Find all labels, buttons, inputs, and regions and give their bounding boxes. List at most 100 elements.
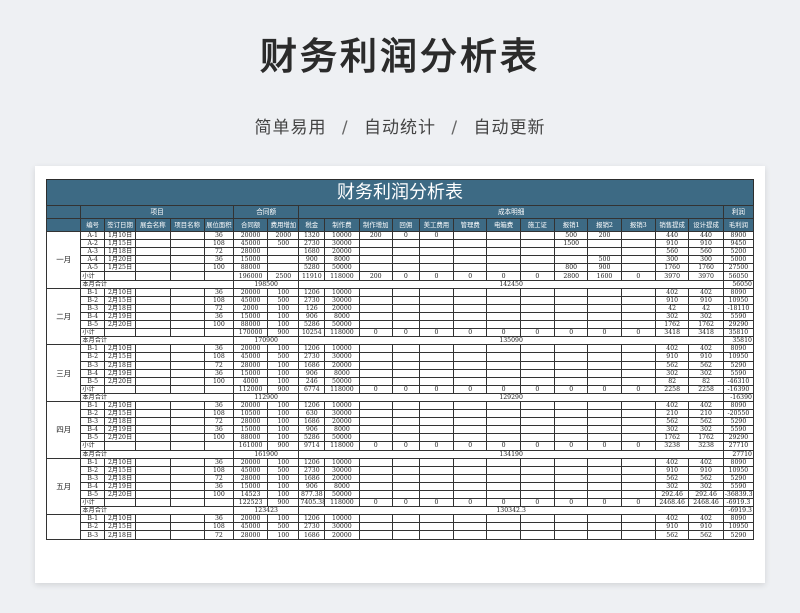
table-cell[interactable] — [519, 255, 556, 265]
table-cell[interactable]: 8090 — [722, 457, 754, 467]
table-cell[interactable]: 402 — [655, 400, 690, 411]
table-cell[interactable] — [453, 230, 488, 241]
table-cell[interactable]: 1686 — [298, 473, 326, 483]
table-cell[interactable]: 300 — [688, 255, 724, 265]
table-cell[interactable] — [554, 522, 589, 532]
table-cell[interactable]: 5000 — [722, 255, 754, 265]
table-cell[interactable]: 910 — [688, 295, 724, 305]
table-cell[interactable]: 910 — [655, 522, 690, 532]
table-cell[interactable] — [391, 409, 420, 419]
table-cell[interactable]: -36839.3 — [722, 489, 754, 500]
table-cell[interactable]: 402 — [688, 344, 724, 354]
table-cell[interactable] — [453, 360, 488, 370]
table-cell[interactable] — [418, 457, 455, 467]
table-cell[interactable]: 1762 — [688, 320, 724, 330]
table-cell[interactable] — [554, 514, 589, 524]
table-cell[interactable]: 2月20日 — [103, 433, 137, 443]
table-cell[interactable] — [358, 465, 393, 475]
table-cell[interactable] — [358, 376, 393, 386]
table-cell[interactable] — [486, 514, 521, 524]
table-cell[interactable]: A-3 — [80, 247, 105, 257]
table-cell[interactable]: 45000 — [232, 295, 269, 305]
table-cell[interactable]: 562 — [655, 360, 690, 370]
table-cell[interactable] — [391, 368, 420, 378]
table-cell[interactable]: 15000 — [232, 368, 269, 378]
table-cell[interactable]: 5280 — [298, 263, 326, 273]
table-cell[interactable] — [169, 320, 205, 330]
table-cell[interactable] — [169, 433, 205, 443]
table-cell[interactable]: 36 — [203, 481, 234, 492]
table-cell[interactable]: 100 — [267, 514, 300, 524]
table-cell[interactable] — [391, 255, 420, 265]
table-cell[interactable] — [135, 295, 171, 305]
table-cell[interactable]: 9450 — [722, 239, 754, 249]
table-cell[interactable] — [620, 360, 657, 370]
table-cell[interactable] — [358, 295, 393, 305]
table-cell[interactable]: B-3 — [80, 417, 105, 427]
table-cell[interactable] — [554, 255, 589, 265]
table-cell[interactable]: 88000 — [232, 320, 269, 330]
table-cell[interactable]: 100 — [267, 303, 300, 313]
table-cell[interactable]: 2000 — [232, 303, 269, 313]
table-cell[interactable] — [554, 311, 589, 322]
table-cell[interactable] — [418, 360, 455, 370]
table-cell[interactable]: 2月10日 — [103, 457, 137, 467]
table-cell[interactable]: 10000 — [324, 400, 360, 411]
table-cell[interactable]: 10000 — [324, 514, 360, 524]
table-cell[interactable] — [358, 489, 393, 500]
table-cell[interactable]: 1206 — [298, 457, 326, 467]
table-cell[interactable] — [135, 433, 171, 443]
table-cell[interactable] — [453, 247, 488, 257]
table-cell[interactable]: B-1 — [80, 514, 105, 524]
table-cell[interactable]: 50000 — [324, 320, 360, 330]
table-cell[interactable]: 8000 — [324, 425, 360, 435]
table-cell[interactable] — [135, 320, 171, 330]
table-cell[interactable] — [587, 320, 622, 330]
table-cell[interactable]: 30000 — [324, 295, 360, 305]
table-cell[interactable] — [358, 530, 393, 540]
table-cell[interactable] — [519, 433, 556, 443]
table-cell[interactable] — [169, 409, 205, 419]
table-cell[interactable]: 2月15日 — [103, 409, 137, 419]
table-cell[interactable] — [169, 360, 205, 370]
table-cell[interactable]: 900 — [587, 263, 622, 273]
table-cell[interactable]: 1320 — [298, 230, 326, 241]
table-cell[interactable] — [135, 514, 171, 524]
table-cell[interactable]: 5200 — [722, 247, 754, 257]
table-cell[interactable] — [169, 247, 205, 257]
table-cell[interactable]: 15000 — [232, 425, 269, 435]
table-cell[interactable]: 36 — [203, 255, 234, 265]
table-cell[interactable] — [391, 425, 420, 435]
table-cell[interactable] — [519, 263, 556, 273]
table-cell[interactable]: 292.46 — [688, 489, 724, 500]
table-cell[interactable]: 100 — [267, 368, 300, 378]
table-cell[interactable]: 402 — [688, 457, 724, 467]
table-cell[interactable] — [486, 481, 521, 492]
table-cell[interactable]: 500 — [267, 522, 300, 532]
table-cell[interactable] — [453, 352, 488, 362]
table-cell[interactable]: 2月19日 — [103, 481, 137, 492]
table-cell[interactable] — [418, 311, 455, 322]
table-cell[interactable] — [391, 320, 420, 330]
table-cell[interactable]: 2730 — [298, 465, 326, 475]
table-cell[interactable] — [587, 400, 622, 411]
table-cell[interactable] — [391, 263, 420, 273]
table-cell[interactable]: 246 — [298, 376, 326, 386]
table-cell[interactable] — [453, 425, 488, 435]
table-cell[interactable]: 402 — [655, 514, 690, 524]
table-cell[interactable]: 906 — [298, 311, 326, 322]
table-cell[interactable] — [358, 425, 393, 435]
table-cell[interactable] — [587, 376, 622, 386]
table-cell[interactable]: 20000 — [324, 417, 360, 427]
table-cell[interactable] — [519, 376, 556, 386]
table-cell[interactable]: 100 — [267, 311, 300, 322]
table-cell[interactable] — [620, 465, 657, 475]
table-cell[interactable]: 2月18日 — [103, 360, 137, 370]
table-cell[interactable] — [169, 481, 205, 492]
table-cell[interactable] — [135, 255, 171, 265]
table-cell[interactable] — [391, 247, 420, 257]
table-cell[interactable] — [135, 303, 171, 313]
table-cell[interactable] — [135, 409, 171, 419]
table-cell[interactable] — [587, 368, 622, 378]
table-cell[interactable] — [519, 522, 556, 532]
